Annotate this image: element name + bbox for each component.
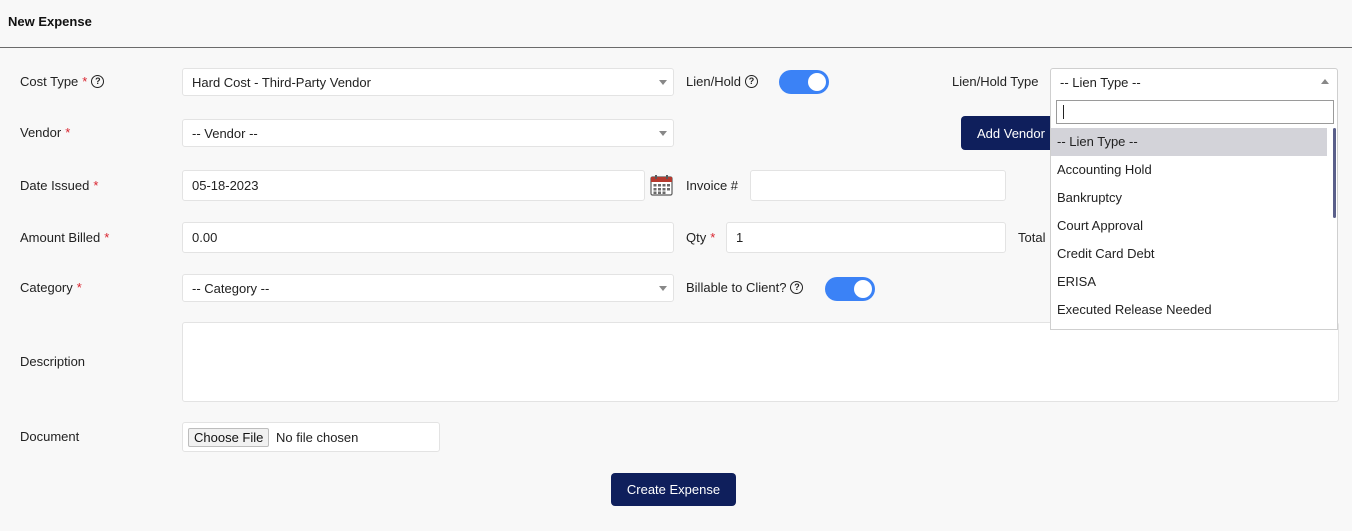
lien-type-option[interactable]: -- Lien Type --: [1051, 128, 1327, 156]
cost-type-label: Cost Type * ?: [20, 74, 105, 89]
chevron-up-icon: [1321, 79, 1329, 84]
required-mark: *: [82, 74, 88, 89]
required-mark: *: [93, 178, 99, 193]
text-cursor: [1063, 105, 1064, 119]
create-expense-button[interactable]: Create Expense: [611, 473, 736, 506]
choose-file-button[interactable]: Choose File: [188, 428, 270, 447]
document-label: Document: [20, 429, 80, 444]
lien-type-option[interactable]: Court Approval: [1051, 212, 1327, 240]
required-mark: *: [76, 280, 82, 295]
lien-hold-type-label: Lien/Hold Type: [952, 74, 1039, 89]
category-select[interactable]: -- Category --: [182, 274, 674, 302]
amount-billed-input[interactable]: 0.00: [182, 222, 674, 253]
lien-type-option[interactable]: Accounting Hold: [1051, 156, 1327, 184]
lien-type-option[interactable]: ERISA: [1051, 268, 1327, 296]
description-textarea[interactable]: [182, 322, 1339, 402]
required-mark: *: [104, 230, 110, 245]
lien-type-dropdown: -- Lien Type -- Accounting Hold Bankruptcy…: [1050, 95, 1338, 330]
qty-label: Qty *: [686, 230, 716, 245]
calendar-icon[interactable]: [650, 174, 673, 196]
page-title: New Expense: [8, 14, 92, 29]
dropdown-scrollbar[interactable]: [1333, 128, 1336, 218]
lien-type-option[interactable]: Credit Card Debt: [1051, 240, 1327, 268]
total-label: Total: [1018, 230, 1046, 245]
lien-type-option[interactable]: Bankruptcy: [1051, 184, 1327, 212]
invoice-input[interactable]: [750, 170, 1006, 201]
category-label: Category *: [20, 280, 82, 295]
help-icon[interactable]: ?: [744, 75, 758, 88]
lien-type-search-input[interactable]: [1056, 100, 1334, 124]
vendor-select[interactable]: -- Vendor --: [182, 119, 674, 147]
cost-type-select[interactable]: Hard Cost - Third-Party Vendor: [182, 68, 674, 96]
invoice-label: Invoice #: [686, 178, 739, 193]
file-status: No file chosen: [276, 430, 359, 445]
date-issued-label: Date Issued *: [20, 178, 99, 193]
date-issued-input[interactable]: 05-18-2023: [182, 170, 645, 201]
toggle-knob: [854, 280, 872, 298]
help-icon[interactable]: ?: [790, 281, 804, 294]
lien-hold-toggle[interactable]: [779, 70, 829, 94]
required-mark: *: [710, 230, 716, 245]
chevron-down-icon: [659, 131, 667, 136]
chevron-down-icon: [659, 286, 667, 291]
vendor-label: Vendor *: [20, 125, 71, 140]
billable-label: Billable to Client? ?: [686, 280, 804, 295]
lien-type-options: -- Lien Type -- Accounting Hold Bankruptcy…: [1051, 128, 1337, 324]
lien-hold-label: Lien/Hold ?: [686, 74, 758, 89]
amount-billed-label: Amount Billed *: [20, 230, 110, 245]
page-header: New Expense: [0, 0, 1352, 48]
document-file-input[interactable]: Choose File No file chosen: [182, 422, 440, 452]
lien-type-option[interactable]: Executed Release Needed: [1051, 296, 1327, 324]
billable-toggle[interactable]: [825, 277, 875, 301]
required-mark: *: [65, 125, 71, 140]
add-vendor-button[interactable]: Add Vendor: [961, 116, 1061, 150]
description-label: Description: [20, 354, 86, 369]
chevron-down-icon: [659, 80, 667, 85]
toggle-knob: [808, 73, 826, 91]
qty-input[interactable]: 1: [726, 222, 1006, 253]
help-icon[interactable]: ?: [91, 75, 105, 88]
lien-type-select[interactable]: -- Lien Type --: [1050, 68, 1338, 96]
